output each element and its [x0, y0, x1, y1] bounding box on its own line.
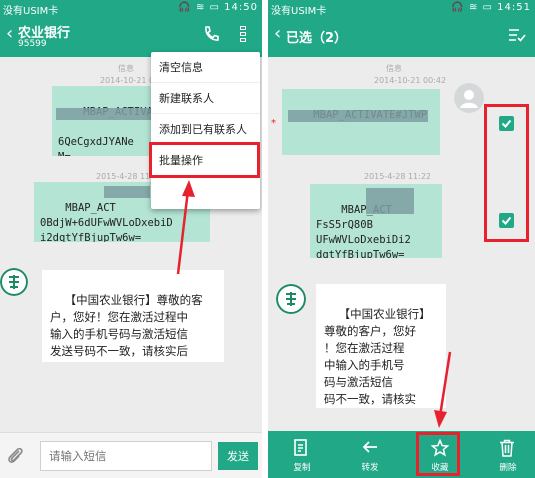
selection-count: 已选（2）: [286, 31, 348, 46]
error-dot: *: [271, 118, 276, 129]
forward-action[interactable]: 转发: [340, 431, 400, 478]
more-menu-icon[interactable]: [238, 25, 248, 45]
right-screenshot: 没有USIM卡 🎧 ≋ ▭ 14:51 ‹ 已选（2） 信息 2014-10-2…: [268, 0, 535, 478]
message-timestamp: 2015-4-28 11:22: [364, 172, 431, 181]
attachment-icon[interactable]: [6, 445, 24, 465]
forward-arrow-icon: [362, 441, 377, 453]
headset-icon: 🎧: [178, 2, 192, 13]
message-bubble-outgoing[interactable]: MBAP_ACTIVATE#JTWP n M=: [282, 89, 440, 155]
redaction-mask: [56, 108, 152, 120]
redaction-mask: [288, 110, 428, 122]
sms-input[interactable]: [40, 441, 212, 471]
message-bubble-incoming[interactable]: 【中国农业银行】尊敬的客 户，您好！您在激活过程中 输入的手机号码与激活短信 发…: [42, 270, 224, 362]
redaction-mask: [104, 186, 150, 198]
message-bubble-outgoing[interactable]: MBAP_ACTIVATE# 6QeCgxdJYANe M=: [52, 86, 158, 156]
status-bar: 没有USIM卡 🎧 ≋ ▭ 14:51: [268, 0, 535, 17]
selection-header: ‹ 已选（2）: [268, 17, 535, 57]
contact-number: 95599: [18, 39, 47, 49]
overflow-menu: 清空信息 新建联系人 添加到已有联系人 批量操作: [151, 52, 260, 209]
copy-icon: [294, 439, 307, 456]
selection-action-bar: 复制 转发 收藏 删除: [268, 431, 535, 478]
delete-action[interactable]: 删除: [478, 431, 535, 478]
message-bubble-incoming[interactable]: 【中国农业银行】 尊敬的客户，您好 ！您在激活过程 中输入的手机号 码与激活短信…: [316, 284, 446, 408]
message-text: 【中国农业银行】 尊敬的客户，您好 ！您在激活过程 中输入的手机号 码与激活短信…: [324, 307, 431, 406]
compose-bar: 发送: [0, 432, 262, 478]
carrier-text: 没有USIM卡: [271, 6, 327, 17]
conversation-header: ‹ 农业银行 95599: [0, 17, 262, 57]
section-label: 信息: [118, 64, 134, 73]
highlight-box: [149, 142, 260, 178]
menu-item-new-contact[interactable]: 新建联系人: [151, 83, 260, 114]
carrier-text: 没有USIM卡: [3, 6, 59, 17]
battery-icon: ▭: [209, 2, 220, 13]
battery-icon: ▭: [482, 2, 493, 13]
highlight-box: [484, 104, 529, 242]
status-icons: 🎧 ≋ ▭ 14:50: [178, 2, 258, 13]
back-chevron-icon[interactable]: ‹: [6, 24, 13, 44]
headset-icon: 🎧: [451, 2, 465, 13]
select-all-icon[interactable]: [508, 27, 526, 43]
message-timestamp: 2014-10-21 00:42: [374, 76, 447, 85]
bank-logo-avatar: [276, 284, 306, 314]
wifi-icon: ≋: [195, 2, 206, 13]
menu-item-clear[interactable]: 清空信息: [151, 52, 260, 83]
red-arrow-icon: [434, 351, 452, 428]
phone-call-icon[interactable]: [202, 25, 220, 43]
wifi-icon: ≋: [468, 2, 479, 13]
back-chevron-icon[interactable]: ‹: [274, 24, 281, 44]
status-icons: 🎧 ≋ ▭ 14:51: [451, 2, 531, 13]
copy-label: 复制: [293, 463, 311, 473]
delete-label: 删除: [499, 463, 517, 473]
red-arrow-icon: [176, 180, 195, 275]
contact-avatar: [454, 83, 484, 113]
status-time: 14:51: [497, 2, 531, 13]
message-text: 【中国农业银行】尊敬的客 户，您好！您在激活过程中 输入的手机号码与激活短信 发…: [50, 293, 203, 362]
section-label: 信息: [386, 64, 402, 73]
redaction-mask: [366, 188, 414, 214]
copy-action[interactable]: 复制: [272, 431, 332, 478]
status-time: 14:50: [224, 2, 258, 13]
trash-icon: [500, 439, 514, 457]
bank-logo-avatar: [0, 268, 28, 296]
send-button[interactable]: 发送: [218, 442, 258, 470]
menu-item-add-to-contact[interactable]: 添加到已有联系人: [151, 114, 260, 145]
forward-label: 转发: [361, 463, 379, 473]
highlight-box: [416, 432, 460, 476]
status-bar: 没有USIM卡 🎧 ≋ ▭ 14:50: [0, 0, 262, 17]
left-screenshot: 没有USIM卡 🎧 ≋ ▭ 14:50 ‹ 农业银行 95599 信息 2014…: [0, 0, 262, 478]
